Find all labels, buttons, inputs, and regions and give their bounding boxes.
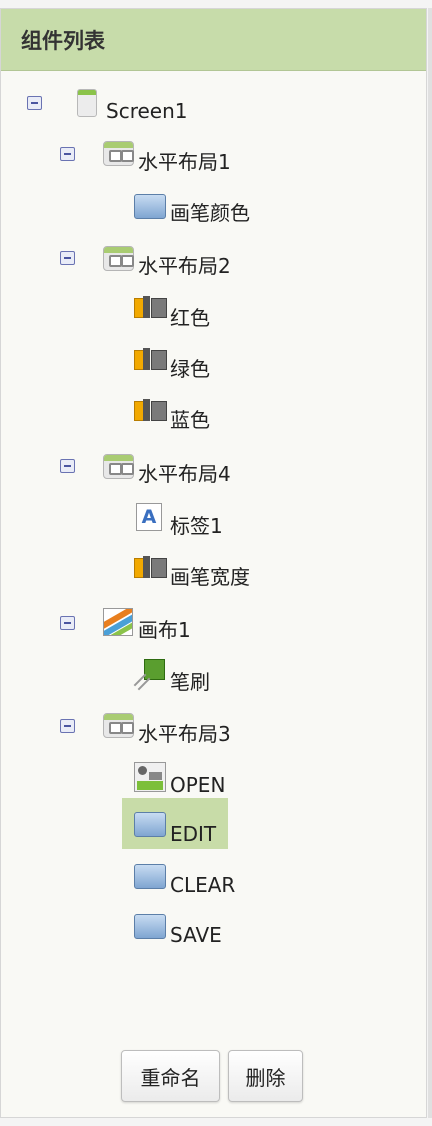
button-icon bbox=[134, 812, 166, 837]
tree-item-hlayout2[interactable]: 水平布局2 bbox=[138, 254, 231, 278]
screen-icon bbox=[77, 89, 97, 117]
tree-item-clear[interactable]: CLEAR bbox=[170, 873, 235, 897]
horizontal-arrangement-icon bbox=[103, 454, 134, 479]
collapse-minus-icon[interactable] bbox=[60, 616, 75, 630]
button-icon bbox=[134, 194, 166, 219]
tree-item-save[interactable]: SAVE bbox=[170, 923, 222, 947]
tree-item-canvas1[interactable]: 画布1 bbox=[138, 618, 191, 642]
tree-item-pen-color[interactable]: 画笔颜色 bbox=[170, 201, 250, 225]
scrollbar[interactable] bbox=[428, 8, 432, 1118]
slider-icon bbox=[134, 296, 167, 320]
tree-item-blue[interactable]: 蓝色 bbox=[170, 408, 210, 432]
tree-item-label1[interactable]: 标签1 bbox=[170, 514, 223, 538]
rename-button[interactable]: 重命名 bbox=[121, 1050, 220, 1102]
component-tree: Screen1 水平布局1 画笔颜色 水平布局2 红色 绿色 蓝色 水平布局4 … bbox=[0, 0, 432, 1126]
horizontal-arrangement-icon bbox=[103, 713, 134, 738]
button-icon bbox=[134, 914, 166, 939]
tree-item-pen-width[interactable]: 画笔宽度 bbox=[170, 565, 250, 589]
image-button-icon bbox=[134, 762, 166, 792]
slider-icon bbox=[134, 556, 167, 580]
collapse-minus-icon[interactable] bbox=[60, 251, 75, 265]
label-icon: A bbox=[136, 503, 162, 531]
collapse-minus-icon[interactable] bbox=[27, 96, 42, 110]
collapse-minus-icon[interactable] bbox=[60, 459, 75, 473]
image-sprite-icon bbox=[132, 659, 166, 691]
slider-icon bbox=[134, 399, 167, 423]
collapse-minus-icon[interactable] bbox=[60, 147, 75, 161]
tree-item-red[interactable]: 红色 bbox=[170, 306, 210, 330]
delete-button[interactable]: 删除 bbox=[228, 1050, 303, 1102]
tree-item-hlayout1[interactable]: 水平布局1 bbox=[138, 150, 231, 174]
canvas-icon bbox=[103, 608, 133, 636]
tree-item-brush[interactable]: 笔刷 bbox=[170, 670, 210, 694]
horizontal-arrangement-icon bbox=[103, 246, 134, 271]
button-icon bbox=[134, 864, 166, 889]
horizontal-arrangement-icon bbox=[103, 141, 134, 166]
tree-item-screen1[interactable]: Screen1 bbox=[106, 99, 187, 123]
tree-item-green[interactable]: 绿色 bbox=[170, 357, 210, 381]
tree-item-hlayout3[interactable]: 水平布局3 bbox=[138, 722, 231, 746]
tree-item-edit[interactable]: EDIT bbox=[170, 822, 216, 846]
collapse-minus-icon[interactable] bbox=[60, 719, 75, 733]
slider-icon bbox=[134, 348, 167, 372]
tree-item-open[interactable]: OPEN bbox=[170, 773, 225, 797]
tree-item-hlayout4[interactable]: 水平布局4 bbox=[138, 462, 231, 486]
